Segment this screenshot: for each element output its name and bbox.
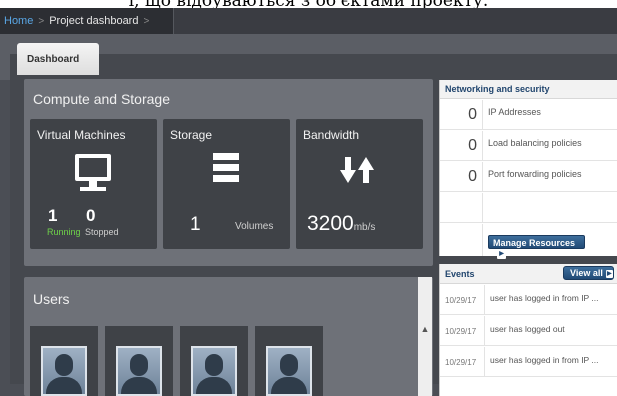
storage-tile[interactable]: Storage 1 Volumes — [163, 119, 290, 249]
breadcrumb-current: Project dashboard — [49, 15, 139, 27]
networking-label: Load balancing policies — [488, 138, 582, 148]
networking-label: Port forwarding policies — [488, 169, 582, 179]
vm-running-label: Running — [47, 227, 81, 237]
page-caption: l, що відбуваються з об'єктами проекту. — [0, 0, 617, 8]
user-avatar[interactable] — [105, 326, 173, 396]
arrow-right-icon: ▶ — [497, 250, 506, 259]
breadcrumb-home-link[interactable]: Home — [4, 15, 33, 27]
bandwidth-icon — [338, 157, 378, 183]
event-date: 10/29/17 — [440, 347, 485, 377]
scroll-up-icon[interactable]: ▲ — [418, 322, 432, 336]
panel-title: Compute and Storage — [33, 91, 170, 107]
networking-row-load-balancing[interactable]: 0 Load balancing policies — [440, 131, 617, 161]
users-panel: Users — [24, 277, 433, 396]
vm-stopped-count: 0 — [86, 206, 96, 225]
events-panel: Events View all ▶ 10/29/17 user has logge… — [439, 264, 617, 396]
vm-running-count: 1 — [48, 206, 58, 225]
networking-label: IP Addresses — [488, 107, 541, 117]
manage-resources-label: Manage Resources — [493, 238, 576, 248]
compute-storage-panel: Compute and Storage Virtual Machines 1 0… — [24, 79, 433, 266]
networking-panel: Networking and security 0 IP Addresses 0… — [439, 80, 617, 259]
event-text: user has logged in from IP ... — [490, 355, 599, 365]
event-row[interactable]: 10/29/17 user has logged in from IP ... — [440, 285, 617, 315]
tile-title: Bandwidth — [303, 128, 360, 142]
storage-icon — [213, 153, 239, 183]
breadcrumb-filler — [173, 8, 617, 34]
tile-title: Storage — [170, 128, 213, 142]
view-all-label: View all — [570, 268, 603, 278]
user-avatar-icon — [266, 346, 312, 396]
monitor-icon — [75, 154, 111, 194]
networking-count: 0 — [440, 100, 483, 130]
tile-title: Virtual Machines — [37, 128, 126, 142]
user-avatar-icon — [116, 346, 162, 396]
virtual-machines-tile[interactable]: Virtual Machines 1 0 Running Stopped — [30, 119, 157, 249]
event-text: user has logged out — [490, 324, 565, 334]
bandwidth-value: 3200mb/s — [307, 212, 375, 236]
event-date: 10/29/17 — [440, 316, 485, 346]
user-avatar[interactable] — [30, 326, 98, 396]
manage-resources-button[interactable]: Manage Resources ▶ — [488, 235, 585, 259]
storage-count: 1 — [190, 214, 201, 235]
networking-row-ip[interactable]: 0 IP Addresses — [440, 100, 617, 130]
networking-count: 0 — [440, 162, 483, 192]
view-all-button[interactable]: View all ▶ — [563, 266, 614, 280]
networking-row-port-forwarding[interactable]: 0 Port forwarding policies — [440, 162, 617, 192]
tab-dashboard[interactable]: Dashboard — [17, 43, 99, 75]
user-avatar-icon — [191, 346, 237, 396]
event-row[interactable]: 10/29/17 user has logged out — [440, 316, 617, 346]
event-date: 10/29/17 — [440, 285, 485, 315]
user-avatar[interactable] — [180, 326, 248, 396]
vm-stopped-label: Stopped — [85, 227, 119, 237]
bandwidth-tile[interactable]: Bandwidth 3200mb/s — [296, 119, 423, 249]
users-scrollbar[interactable]: ▲ — [418, 277, 432, 396]
networking-empty-row — [440, 193, 617, 223]
breadcrumb-items: Home > Project dashboard > — [0, 8, 149, 34]
user-avatar[interactable] — [255, 326, 323, 396]
panel-title: Users — [33, 291, 70, 307]
bandwidth-unit: mb/s — [353, 222, 376, 233]
events-title: Events — [445, 269, 475, 279]
arrow-right-icon: ▶ — [605, 270, 613, 278]
breadcrumb-separator: > — [38, 15, 45, 27]
event-row[interactable]: 10/29/17 user has logged in from IP ... — [440, 347, 617, 377]
event-text: user has logged in from IP ... — [490, 293, 599, 303]
networking-title: Networking and security — [440, 80, 617, 99]
user-avatar-icon — [41, 346, 87, 396]
breadcrumb: Home > Project dashboard > — [0, 8, 617, 34]
networking-count: 0 — [440, 131, 483, 161]
events-header: Events View all ▶ — [440, 264, 617, 284]
breadcrumb-separator: > — [143, 15, 150, 27]
bandwidth-number: 3200 — [307, 212, 354, 235]
storage-unit: Volumes — [235, 221, 274, 232]
